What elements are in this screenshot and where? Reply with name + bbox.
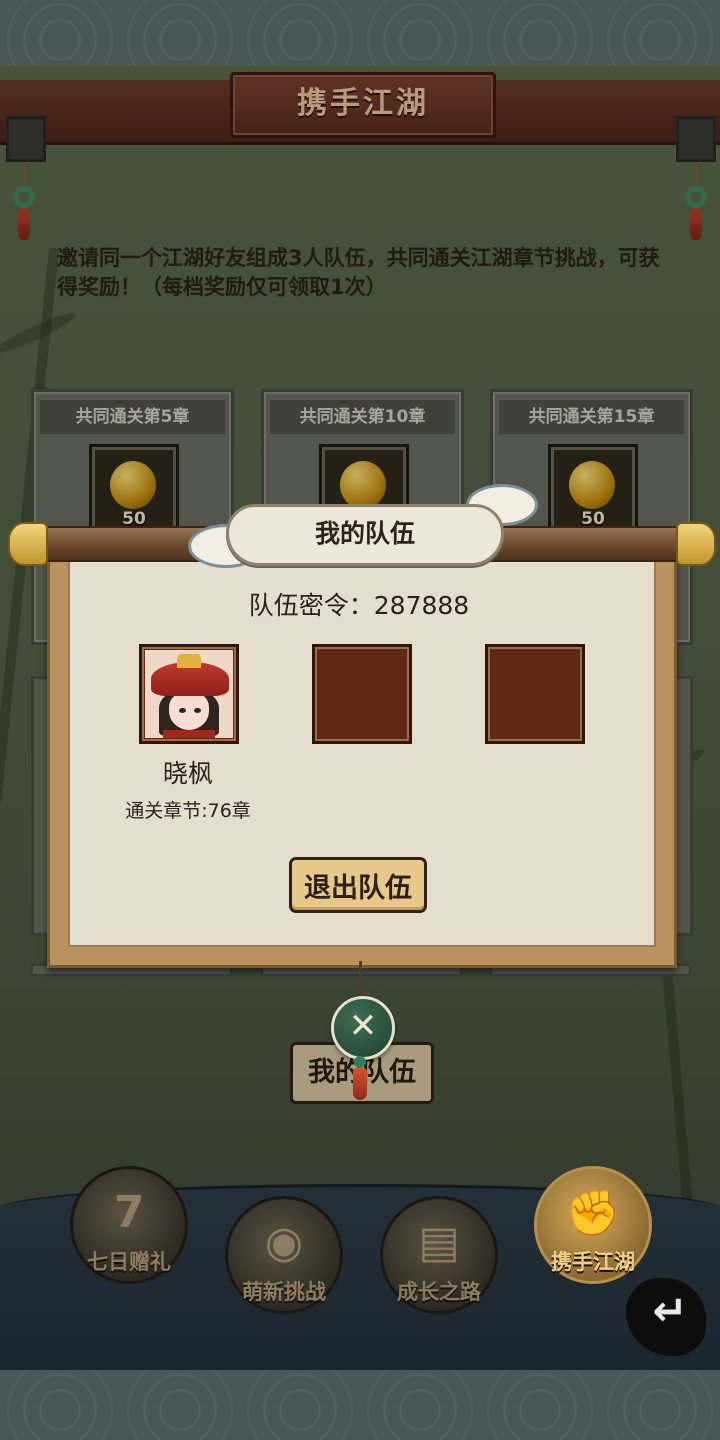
close-button[interactable]: ✕ [331, 996, 395, 1060]
quit-team-button[interactable]: 退出队伍 [289, 857, 427, 913]
scroll-rod-cap-right [676, 522, 716, 566]
handshake-icon: ✊ [565, 1188, 621, 1239]
empty-member-slot[interactable] [485, 644, 585, 744]
close-tassel-bead [354, 1056, 366, 1068]
nav-label: 萌新挑战 [242, 1280, 326, 1304]
close-tassel-tail [353, 1068, 367, 1100]
game-stage: 携手江湖 邀请同一个江湖好友组成3人队伍，共同通关江湖章节挑战，可获得奖励！（每… [0, 66, 720, 1370]
member-progress: 通关章节:76章 [125, 800, 251, 822]
avatar [145, 650, 233, 738]
nav-label: 成长之路 [397, 1280, 481, 1304]
member-name: 晓枫 [162, 759, 213, 788]
back-arrow-icon: ↵ [652, 1286, 688, 1335]
nav-label: 七日赠礼 [87, 1250, 171, 1274]
empty-member-slot[interactable] [312, 644, 412, 744]
nav-hand-in-hand[interactable]: ✊ 携手江湖 [534, 1166, 652, 1284]
growth-book-icon: ▤ [418, 1217, 460, 1268]
nav-seven-day-gift[interactable]: 7 七日赠礼 [70, 1166, 188, 1284]
gift-box-icon: 7 [113, 1187, 145, 1238]
team-code: 队伍密令：287888 [248, 591, 470, 620]
close-icon: ✕ [348, 1006, 378, 1046]
modal-title: 我的队伍 [314, 519, 415, 548]
bottom-pattern [0, 1370, 720, 1440]
top-pattern [0, 0, 720, 70]
challenge-icon: ◉ [264, 1217, 304, 1268]
back-button[interactable]: ↵ [626, 1278, 714, 1362]
scroll-rod-cap-left [8, 522, 48, 566]
modal-title-banner: 我的队伍 [226, 504, 504, 566]
nav-newbie-challenge[interactable]: ◉ 萌新挑战 [225, 1196, 343, 1314]
close-cord [359, 961, 362, 997]
nav-label: 携手江湖 [551, 1250, 635, 1274]
member-slot[interactable] [139, 644, 239, 744]
nav-growth-road[interactable]: ▤ 成长之路 [380, 1196, 498, 1314]
